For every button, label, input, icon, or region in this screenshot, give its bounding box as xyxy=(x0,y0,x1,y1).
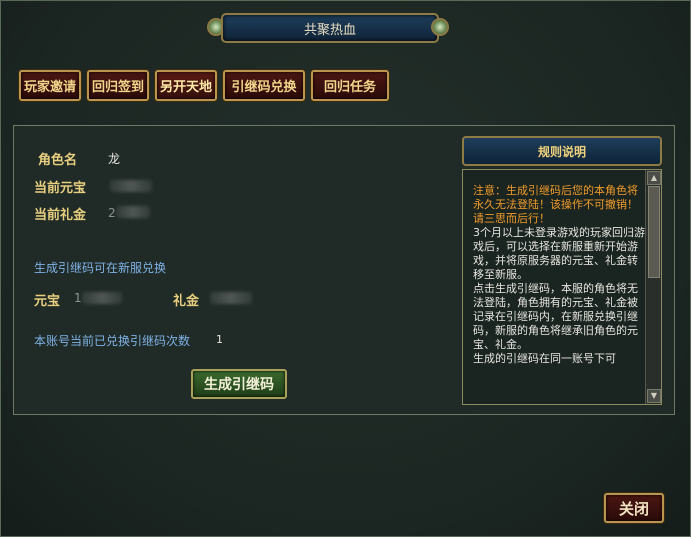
generate-info-text: 生成引继码可在新服兑换 xyxy=(34,261,167,275)
title-right-ornament-icon xyxy=(431,18,449,36)
rules-scrollbar[interactable]: ▲ ▼ xyxy=(645,170,661,404)
close-button[interactable]: 关闭 xyxy=(604,493,664,523)
character-name-label: 角色名 xyxy=(38,153,78,168)
transfer-lijin-label: 礼金 xyxy=(173,294,200,309)
title-bar: 共聚热血 xyxy=(221,13,439,43)
transfer-yuanbao-label: 元宝 xyxy=(34,294,61,309)
rules-warning: 注意：生成引继码后您的本角色将永久无法登陆！该操作不可撤销！请三思而后行！ xyxy=(473,184,638,225)
tab-return-signin[interactable]: 回归签到 xyxy=(87,70,149,101)
rules-paragraph-1: 3个月以上未登录游戏的玩家回归游戏后，可以选择在新服重新开始游戏，并将原服务器的… xyxy=(473,226,645,281)
scroll-up-arrow-icon[interactable]: ▲ xyxy=(647,171,661,185)
rules-paragraph-3: 生成的引继码在同一账号下可 xyxy=(473,352,616,365)
transfer-yuanbao-value-blurred xyxy=(82,292,122,304)
character-name-value: 龙 xyxy=(108,152,121,166)
redeem-count-label: 本账号当前已兑换引继码次数 xyxy=(34,334,191,348)
dialog-title: 共聚热血 xyxy=(303,23,356,38)
scroll-thumb[interactable] xyxy=(648,186,660,278)
transfer-lijin-value-blurred xyxy=(210,292,252,304)
tab-player-invite[interactable]: 玩家邀请 xyxy=(19,70,81,101)
tab-new-world[interactable]: 另开天地 xyxy=(155,70,217,101)
main-panel: 角色名 龙 当前元宝 当前礼金 2 生成引继码可在新服兑换 元宝 1 礼金 本账… xyxy=(13,125,675,415)
current-lijin-value-blurred xyxy=(116,206,150,218)
current-lijin-value: 2 xyxy=(108,206,116,220)
redeem-count-value: 1 xyxy=(216,333,223,346)
tab-transfer-code-redeem[interactable]: 引继码兑换 xyxy=(223,70,305,101)
current-yuanbao-value-blurred xyxy=(110,180,152,192)
current-yuanbao-label: 当前元宝 xyxy=(34,181,87,196)
rules-paragraph-2: 点击生成引继码，本服的角色将无法登陆，角色拥有的元宝、礼金被记录在引继码内，在新… xyxy=(473,282,638,351)
scroll-down-arrow-icon[interactable]: ▼ xyxy=(647,389,661,403)
dialog-window: 共聚热血 玩家邀请 回归签到 另开天地 引继码兑换 回归任务 角色名 龙 当前元… xyxy=(0,0,691,537)
title-banner: 共聚热血 xyxy=(207,11,449,43)
tab-return-tasks[interactable]: 回归任务 xyxy=(311,70,389,101)
transfer-yuanbao-value: 1 xyxy=(74,291,82,305)
generate-code-button[interactable]: 生成引继码 xyxy=(191,369,287,399)
rules-text: 注意：生成引继码后您的本角色将永久无法登陆！该操作不可撤销！请三思而后行！ 3个… xyxy=(473,184,645,398)
rules-box: 注意：生成引继码后您的本角色将永久无法登陆！该操作不可撤销！请三思而后行！ 3个… xyxy=(462,169,662,405)
current-lijin-label: 当前礼金 xyxy=(34,208,87,223)
rules-heading: 规则说明 xyxy=(462,136,662,166)
